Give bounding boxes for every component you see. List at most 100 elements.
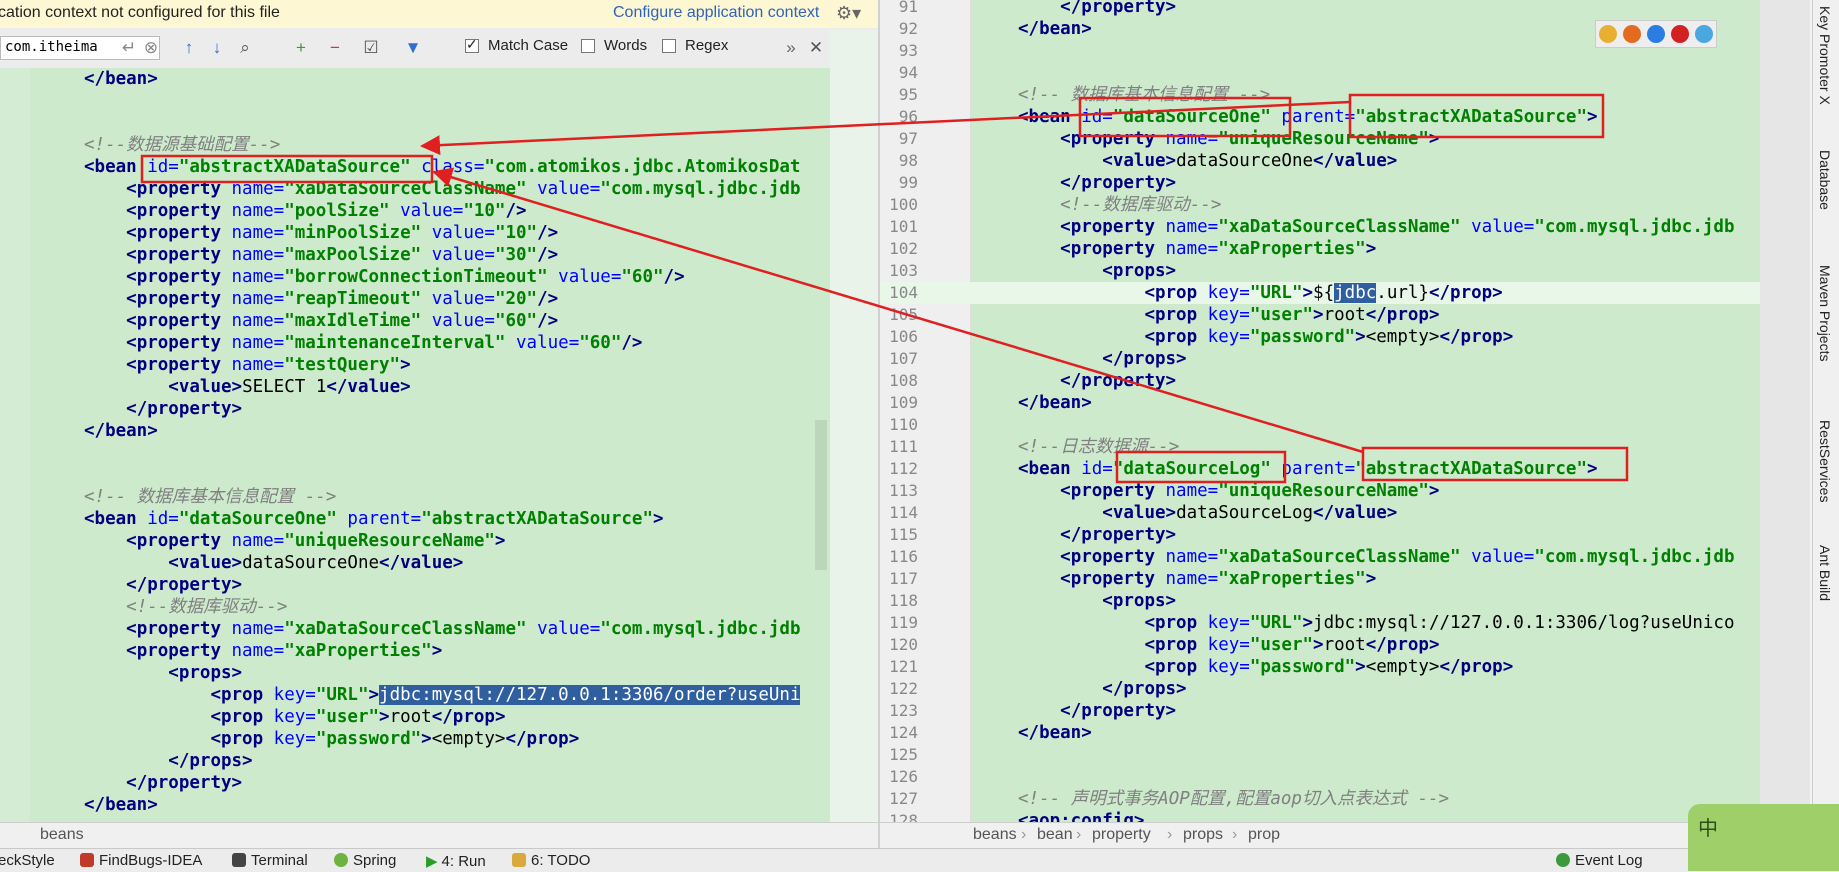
run-icon: ▶ — [426, 853, 438, 870]
spring-icon — [334, 853, 348, 867]
ime-label: 中 — [1698, 816, 1718, 840]
code-line: <!--数据源基础配置--> — [84, 135, 281, 155]
left-editor-pane: cation context not configured for this f… — [0, 0, 878, 822]
code-line: <property name="uniqueResourceName"> — [126, 531, 506, 551]
line-number: 95 — [898, 85, 918, 104]
previous-occurrence-icon[interactable]: ↑ — [178, 38, 200, 58]
line-number: 111 — [889, 437, 918, 456]
breadcrumb-item[interactable]: beans — [40, 826, 84, 844]
terminal-label: Terminal — [251, 852, 308, 869]
line-number: 121 — [889, 657, 918, 676]
add-occurrence-icon[interactable]: + — [290, 38, 312, 58]
line-number: 108 — [889, 371, 918, 390]
match-case-label: Match Case — [488, 37, 569, 54]
more-options-icon[interactable]: » — [780, 38, 802, 58]
chrome-icon[interactable] — [1599, 25, 1617, 43]
line-number: 97 — [898, 129, 918, 148]
breadcrumb-item[interactable]: bean — [1037, 826, 1073, 844]
filter-icon[interactable]: ▼ — [402, 38, 424, 58]
findbugs-tab[interactable]: FindBugs-IDEA — [80, 852, 202, 869]
code-line: <property name="uniqueResourceName"> — [1060, 481, 1440, 501]
spring-tab[interactable]: Spring — [334, 852, 396, 869]
breadcrumb-item[interactable]: props — [1183, 826, 1223, 844]
line-number: 96 — [898, 107, 918, 126]
code-line: <props> — [1102, 591, 1177, 611]
line-number: 104 — [889, 283, 918, 302]
code-line: </bean> — [1018, 723, 1092, 743]
tab-key-promoter-x[interactable]: Key Promoter X — [1817, 6, 1833, 105]
find-all-icon[interactable]: ⌕ — [234, 38, 256, 58]
todo-icon — [512, 853, 526, 867]
line-number: 128 — [889, 811, 918, 822]
tab-rest-services[interactable]: RestServices — [1817, 420, 1833, 502]
enter-icon[interactable]: ↵ — [118, 38, 140, 58]
breadcrumb-item[interactable]: beans — [973, 826, 1017, 844]
code-line: <property name="xaProperties"> — [1060, 239, 1377, 259]
checkstyle-tab[interactable]: eckStyle — [0, 852, 55, 869]
code-line: <!--日志数据源--> — [1018, 437, 1180, 457]
code-line: <property name="xaDataSourceClassName" v… — [126, 619, 801, 639]
regex-checkbox[interactable] — [662, 39, 676, 53]
match-case-checkbox[interactable] — [465, 36, 479, 53]
line-number: 105 — [889, 305, 918, 324]
line-number: 92 — [898, 19, 918, 38]
code-line: <property name="maxPoolSize" value="30"/… — [126, 245, 559, 265]
run-tab[interactable]: ▶ 4: Run — [426, 852, 486, 870]
safari-icon[interactable] — [1647, 25, 1665, 43]
code-line: <property name="xaDataSourceClassName" v… — [1060, 217, 1735, 237]
terminal-icon — [232, 853, 246, 867]
event-log-tab[interactable]: Event Log — [1556, 852, 1643, 869]
code-line: </property> — [126, 399, 243, 419]
opera-icon[interactable] — [1671, 25, 1689, 43]
code-line: <property name="xaDataSourceClassName" v… — [126, 179, 801, 199]
code-line: <prop key="password"><empty></prop> — [1144, 327, 1514, 347]
tab-database[interactable]: Database — [1817, 150, 1833, 210]
code-line: <bean id="dataSourceLog" parent="abstrac… — [1018, 459, 1598, 479]
line-number: 116 — [889, 547, 918, 566]
todo-tab[interactable]: 6: TODO — [512, 852, 590, 869]
line-number: 109 — [889, 393, 918, 412]
code-line: <value>dataSourceLog</value> — [1102, 503, 1398, 523]
event-log-icon — [1556, 853, 1570, 867]
left-minimap[interactable] — [830, 30, 878, 822]
line-number: 102 — [889, 239, 918, 258]
gear-icon[interactable]: ⚙▾ — [836, 3, 861, 24]
remove-occurrence-icon[interactable]: − — [324, 38, 346, 58]
code-line: </property> — [1060, 701, 1177, 721]
ime-indicator[interactable]: 中 — [1688, 804, 1839, 871]
event-log-label: Event Log — [1575, 852, 1643, 869]
firefox-icon[interactable] — [1623, 25, 1641, 43]
code-line: <property name="minPoolSize" value="10"/… — [126, 223, 559, 243]
code-line: <bean id="abstractXADataSource" class="c… — [84, 157, 801, 177]
next-occurrence-icon[interactable]: ↓ — [206, 38, 228, 58]
tab-ant-build[interactable]: Ant Build — [1817, 545, 1833, 601]
code-line: <props> — [168, 663, 243, 683]
configure-context-link[interactable]: Configure application context — [613, 4, 819, 22]
code-line: <value>dataSourceOne</value> — [1102, 151, 1398, 171]
breadcrumb-item[interactable]: property — [1092, 826, 1151, 844]
clear-icon[interactable]: ⊗ — [140, 38, 162, 58]
code-line: <prop key="password"><empty></prop> — [210, 729, 580, 749]
code-line: <value>dataSourceOne</value> — [168, 553, 464, 573]
context-warning-bar: cation context not configured for this f… — [0, 0, 878, 29]
code-line: <property name="uniqueResourceName"> — [1060, 129, 1440, 149]
breadcrumb-item[interactable]: prop — [1248, 826, 1280, 844]
code-line: </property> — [1060, 173, 1177, 193]
select-all-occurrences-icon[interactable]: ☑ — [360, 38, 382, 58]
line-number: 124 — [889, 723, 918, 742]
ie-icon[interactable] — [1695, 25, 1713, 43]
code-line: <property name="poolSize" value="10"/> — [126, 201, 527, 221]
code-line: <property name="xaDataSourceClassName" v… — [1060, 547, 1735, 567]
code-line: </property> — [126, 575, 243, 595]
code-line: </props> — [168, 751, 253, 771]
code-line: <property name="xaProperties"> — [126, 641, 443, 661]
words-checkbox[interactable] — [581, 39, 595, 53]
left-scrollbar[interactable] — [815, 420, 827, 570]
terminal-tab[interactable]: Terminal — [232, 852, 308, 869]
tab-maven-projects[interactable]: Maven Projects — [1817, 265, 1833, 361]
line-number: 115 — [889, 525, 918, 544]
code-line: <prop key="password"><empty></prop> — [1144, 657, 1514, 677]
code-line: <property name="borrowConnectionTimeout"… — [126, 267, 685, 287]
code-line: <!-- 声明式事务AOP配置,配置aop切入点表达式 --> — [1018, 789, 1450, 809]
close-icon[interactable]: ✕ — [805, 38, 827, 58]
